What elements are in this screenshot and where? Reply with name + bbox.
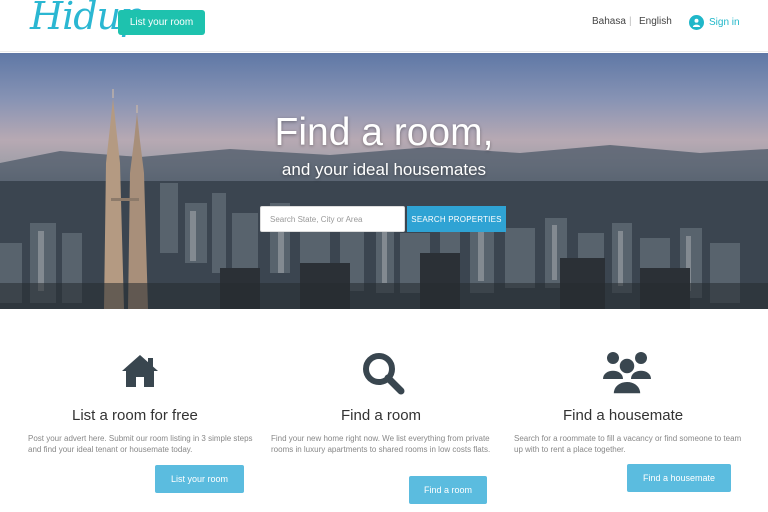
- search-input[interactable]: [260, 206, 405, 232]
- hero-subtitle: and your ideal housemates: [281, 160, 487, 179]
- top-navbar: Hidup List your room Bahasa | English Si…: [0, 0, 768, 52]
- users-icon: [603, 352, 651, 395]
- feature-description: Find your new home right now. We list ev…: [271, 434, 491, 454]
- language-separator: |: [629, 16, 632, 27]
- find-a-housemate-button[interactable]: Find a housemate: [627, 464, 731, 492]
- list-your-room-button[interactable]: List your room: [118, 10, 205, 35]
- user-icon: [689, 15, 704, 30]
- hero-banner: Find a room, and your ideal housemates S…: [0, 53, 768, 309]
- search-properties-button[interactable]: SEARCH PROPERTIES: [407, 206, 506, 232]
- feature-title: Find a housemate: [563, 407, 684, 424]
- language-bahasa-link[interactable]: Bahasa: [592, 16, 626, 27]
- language-english-link[interactable]: English: [639, 16, 672, 27]
- sign-in-link[interactable]: Sign in: [689, 15, 740, 30]
- city-skyline-image: [0, 89, 768, 309]
- feature-title: Find a room: [341, 407, 422, 424]
- list-your-room-feature-button[interactable]: List your room: [155, 465, 244, 493]
- feature-title: List a room for free: [72, 407, 198, 424]
- feature-description: Post your advert here. Submit our room l…: [28, 434, 253, 454]
- find-a-room-button[interactable]: Find a room: [409, 476, 487, 504]
- sign-in-label: Sign in: [709, 17, 740, 28]
- search-icon: [363, 353, 405, 395]
- house-icon: [122, 355, 158, 387]
- feature-description: Search for a roommate to fill a vacancy …: [514, 434, 742, 454]
- hero-title: Find a room,: [274, 111, 494, 154]
